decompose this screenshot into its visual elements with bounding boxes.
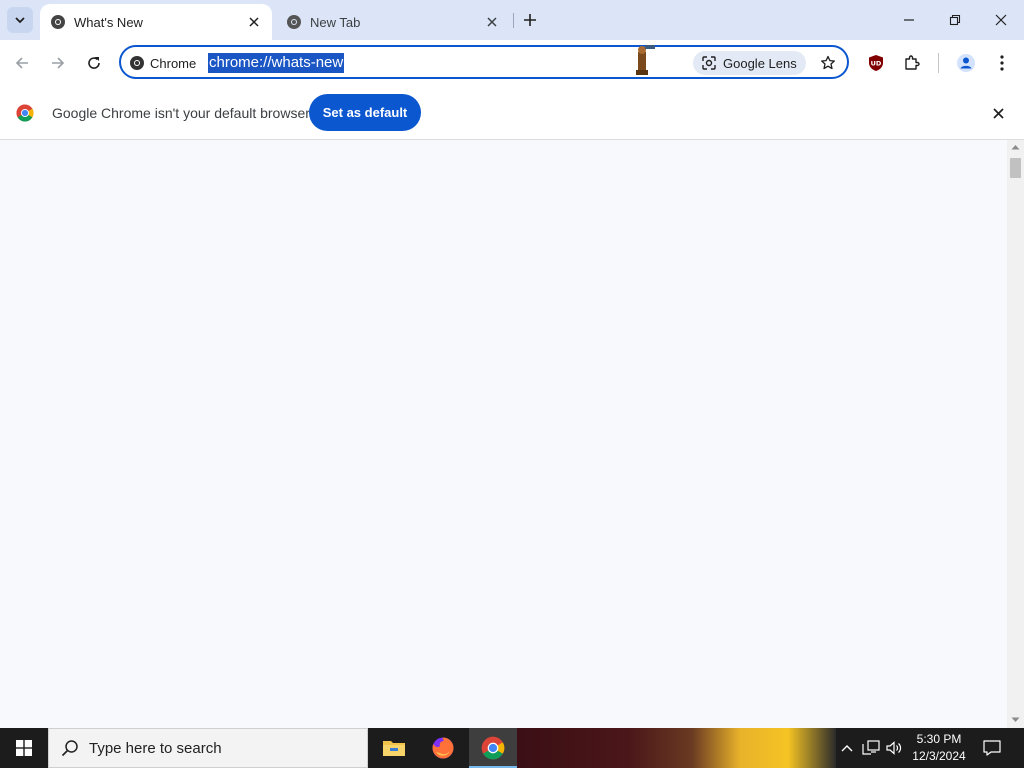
avatar-icon	[957, 54, 975, 72]
infobar-message: Google Chrome isn't your default browser	[52, 105, 310, 121]
tab-separator	[513, 13, 514, 28]
tab-strip: What's New New Tab	[0, 0, 1024, 40]
tab-search-button[interactable]	[7, 7, 33, 33]
firefox-taskbar-button[interactable]	[419, 728, 467, 768]
extensions-button[interactable]	[898, 49, 926, 77]
scroll-down-icon[interactable]	[1011, 717, 1020, 723]
ublock-extension-button[interactable]: UD	[862, 49, 890, 77]
notifications-button[interactable]	[976, 728, 1008, 768]
notification-icon	[983, 740, 1001, 756]
set-as-default-button[interactable]: Set as default	[309, 94, 421, 131]
tab-whats-new[interactable]: What's New	[40, 4, 272, 40]
windows-logo-icon	[16, 740, 32, 756]
close-tab-icon[interactable]	[244, 12, 264, 32]
extension-badge: UD	[871, 60, 882, 68]
show-hidden-icons-button[interactable]	[836, 728, 858, 768]
chrome-icon	[286, 14, 302, 30]
chrome-logo-icon	[481, 736, 505, 760]
kebab-menu-icon	[1000, 55, 1004, 71]
shield-icon: UD	[869, 55, 883, 71]
default-browser-infobar: Google Chrome isn't your default browser…	[0, 86, 1024, 140]
file-explorer-taskbar-button[interactable]	[370, 728, 418, 768]
volume-tray-button[interactable]	[884, 728, 904, 768]
scrollbar-thumb[interactable]	[1010, 158, 1021, 178]
chrome-logo-icon	[16, 104, 34, 127]
star-icon	[821, 55, 835, 70]
restore-icon	[949, 14, 961, 26]
browser-toolbar: Chrome chrome://whats-new Google Lens UD	[0, 40, 1024, 86]
taskbar-clock[interactable]: 5:30 PM 12/3/2024	[906, 731, 972, 765]
new-tab-button[interactable]	[520, 10, 540, 30]
search-placeholder: Type here to search	[89, 739, 222, 757]
forward-arrow-icon	[52, 57, 65, 69]
tab-title: New Tab	[310, 14, 361, 30]
close-icon	[995, 14, 1007, 26]
close-window-button[interactable]	[978, 0, 1024, 40]
close-tab-icon[interactable]	[482, 12, 502, 32]
chrome-icon	[130, 56, 144, 70]
site-chip-label: Chrome	[150, 55, 197, 71]
vertical-scrollbar[interactable]	[1007, 140, 1024, 728]
figurine-image	[627, 42, 657, 78]
firefox-icon	[432, 737, 454, 759]
chevron-down-icon	[15, 17, 25, 24]
scroll-up-icon[interactable]	[1011, 144, 1020, 150]
page-content	[0, 140, 1007, 728]
start-button[interactable]	[0, 728, 48, 768]
url-text[interactable]: chrome://whats-new	[208, 53, 345, 73]
address-bar[interactable]: Chrome chrome://whats-new Google Lens	[119, 45, 849, 79]
menu-button[interactable]	[988, 49, 1016, 77]
clock-date: 12/3/2024	[912, 749, 966, 763]
restore-button[interactable]	[932, 0, 978, 40]
clock-time: 5:30 PM	[916, 732, 962, 746]
puzzle-icon	[905, 55, 920, 70]
toolbar-separator	[938, 53, 939, 73]
plus-icon	[524, 14, 536, 26]
reload-button[interactable]	[80, 49, 108, 77]
lens-label: Google Lens	[723, 55, 797, 71]
bookmark-button[interactable]	[815, 50, 841, 76]
minimize-button[interactable]	[886, 0, 932, 40]
speaker-icon	[885, 741, 901, 755]
network-tray-button[interactable]	[860, 728, 882, 768]
network-icon	[862, 740, 880, 755]
wallpaper-peek	[516, 728, 836, 768]
chevron-up-icon	[841, 745, 853, 752]
google-lens-button[interactable]: Google Lens	[693, 51, 806, 75]
folder-icon	[383, 741, 405, 756]
tab-new-tab[interactable]: New Tab	[276, 4, 510, 40]
minimize-icon	[904, 19, 914, 21]
chrome-taskbar-button[interactable]	[469, 728, 517, 768]
back-button[interactable]	[8, 49, 36, 77]
windows-taskbar: Type here to search 5:30 PM 12/3/2024	[0, 728, 1024, 768]
profile-button[interactable]	[952, 49, 980, 77]
chrome-icon	[50, 14, 66, 30]
tab-title: What's New	[74, 14, 143, 30]
site-info-chip[interactable]: Chrome	[129, 52, 196, 74]
back-arrow-icon	[15, 57, 28, 69]
forward-button[interactable]	[44, 49, 72, 77]
search-icon	[61, 739, 79, 757]
lens-icon	[701, 55, 717, 71]
taskbar-search-box[interactable]: Type here to search	[48, 728, 368, 768]
close-infobar-button[interactable]	[988, 103, 1008, 123]
close-icon	[992, 107, 1004, 119]
reload-icon	[88, 57, 100, 69]
